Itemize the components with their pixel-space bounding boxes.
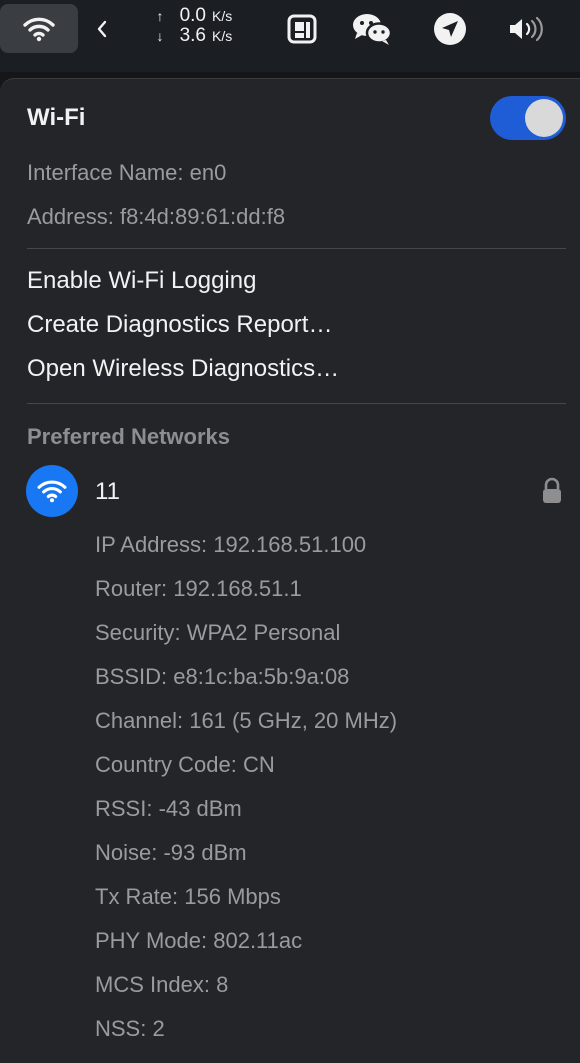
detail-row: IP Address: 192.168.51.100 — [95, 532, 366, 558]
detail-row: Channel: 161 (5 GHz, 20 MHz) — [95, 708, 397, 734]
detail-label: RSSI: — [95, 796, 153, 821]
detail-label: Tx Rate: — [95, 884, 179, 909]
detail-row: Tx Rate: 156 Mbps — [95, 884, 281, 910]
detail-label: IP Address: — [95, 532, 208, 557]
detail-row: NSS: 2 — [95, 1016, 165, 1042]
detail-value: CN — [242, 752, 275, 777]
detail-row: Noise: -93 dBm — [95, 840, 247, 866]
collapse-button[interactable] — [88, 8, 116, 50]
detail-value: e8:1c:ba:5b:9a:08 — [173, 664, 350, 689]
wifi-icon — [37, 480, 67, 503]
interface-name-label: Interface Name: — [27, 160, 184, 185]
detail-row: Country Code: CN — [95, 752, 275, 778]
sim-card-menu-button[interactable] — [279, 8, 325, 50]
detail-value: 156 Mbps — [184, 884, 281, 909]
download-arrow-icon: ↓ — [156, 28, 164, 44]
detail-label: MCS Index: — [95, 972, 210, 997]
detail-row: Security: WPA2 Personal — [95, 620, 340, 646]
wifi-menu-button[interactable] — [0, 4, 78, 53]
upload-speed: 0.0 — [179, 5, 206, 26]
divider — [27, 403, 566, 404]
wifi-toggle[interactable] — [490, 96, 566, 140]
toggle-knob — [525, 99, 563, 137]
download-speed: 3.6 — [179, 25, 206, 46]
chevron-left-icon — [97, 20, 107, 38]
detail-row: Router: 192.168.51.1 — [95, 576, 302, 602]
detail-label: Noise: — [95, 840, 158, 865]
detail-value: WPA2 Personal — [186, 620, 341, 645]
lock-icon — [540, 477, 564, 505]
detail-value: -93 dBm — [163, 840, 247, 865]
upload-arrow-icon: ↑ — [156, 8, 164, 24]
detail-value: 802.11ac — [213, 928, 303, 953]
interface-name-row: Interface Name: en0 — [27, 160, 226, 186]
interface-name-value: en0 — [189, 160, 227, 185]
network-name[interactable]: 11 — [95, 478, 120, 506]
volume-menu-button[interactable] — [503, 8, 549, 50]
detail-value: -43 dBm — [158, 796, 242, 821]
detail-value: 2 — [152, 1016, 165, 1041]
enable-wifi-logging-item[interactable]: Enable Wi-Fi Logging — [27, 267, 256, 295]
download-unit: K/s — [212, 28, 233, 44]
upload-speed-row: ↑ 0.0 K/s — [150, 6, 250, 26]
detail-label: BSSID: — [95, 664, 168, 689]
wechat-menu-button[interactable] — [349, 8, 395, 50]
wifi-title: Wi-Fi — [27, 104, 86, 131]
wifi-icon — [23, 17, 55, 41]
detail-label: PHY Mode: — [95, 928, 208, 953]
detail-row: MCS Index: 8 — [95, 972, 228, 998]
location-arrow-icon — [434, 13, 466, 45]
network-speed-widget[interactable]: ↑ 0.0 K/s ↓ 3.6 K/s — [150, 6, 250, 52]
detail-value: 161 (5 GHz, 20 MHz) — [189, 708, 398, 733]
detail-label: Security: — [95, 620, 181, 645]
menu-bar: ↑ 0.0 K/s ↓ 3.6 K/s — [0, 0, 580, 72]
detail-row: PHY Mode: 802.11ac — [95, 928, 302, 954]
sim-card-icon — [287, 14, 317, 44]
detail-label: Router: — [95, 576, 168, 601]
open-wireless-diagnostics-item[interactable]: Open Wireless Diagnostics… — [27, 355, 339, 383]
wechat-icon — [353, 14, 393, 45]
detail-value: 192.168.51.100 — [213, 532, 367, 557]
create-diagnostics-report-item[interactable]: Create Diagnostics Report… — [27, 311, 332, 339]
address-label: Address: — [27, 204, 114, 229]
volume-icon — [510, 16, 543, 42]
detail-label: Country Code: — [95, 752, 237, 777]
detail-row: BSSID: e8:1c:ba:5b:9a:08 — [95, 664, 349, 690]
download-speed-row: ↓ 3.6 K/s — [150, 26, 250, 46]
detail-label: Channel: — [95, 708, 184, 733]
location-menu-button[interactable] — [427, 8, 473, 50]
preferred-networks-header: Preferred Networks — [27, 424, 230, 449]
address-row: Address: f8:4d:89:61:dd:f8 — [27, 204, 285, 230]
divider — [27, 248, 566, 249]
address-value: f8:4d:89:61:dd:f8 — [119, 204, 286, 229]
network-wifi-badge — [26, 465, 78, 517]
detail-row: RSSI: -43 dBm — [95, 796, 242, 822]
upload-unit: K/s — [212, 8, 233, 24]
detail-value: 8 — [216, 972, 229, 997]
detail-value: 192.168.51.1 — [173, 576, 302, 601]
detail-label: NSS: — [95, 1016, 147, 1041]
